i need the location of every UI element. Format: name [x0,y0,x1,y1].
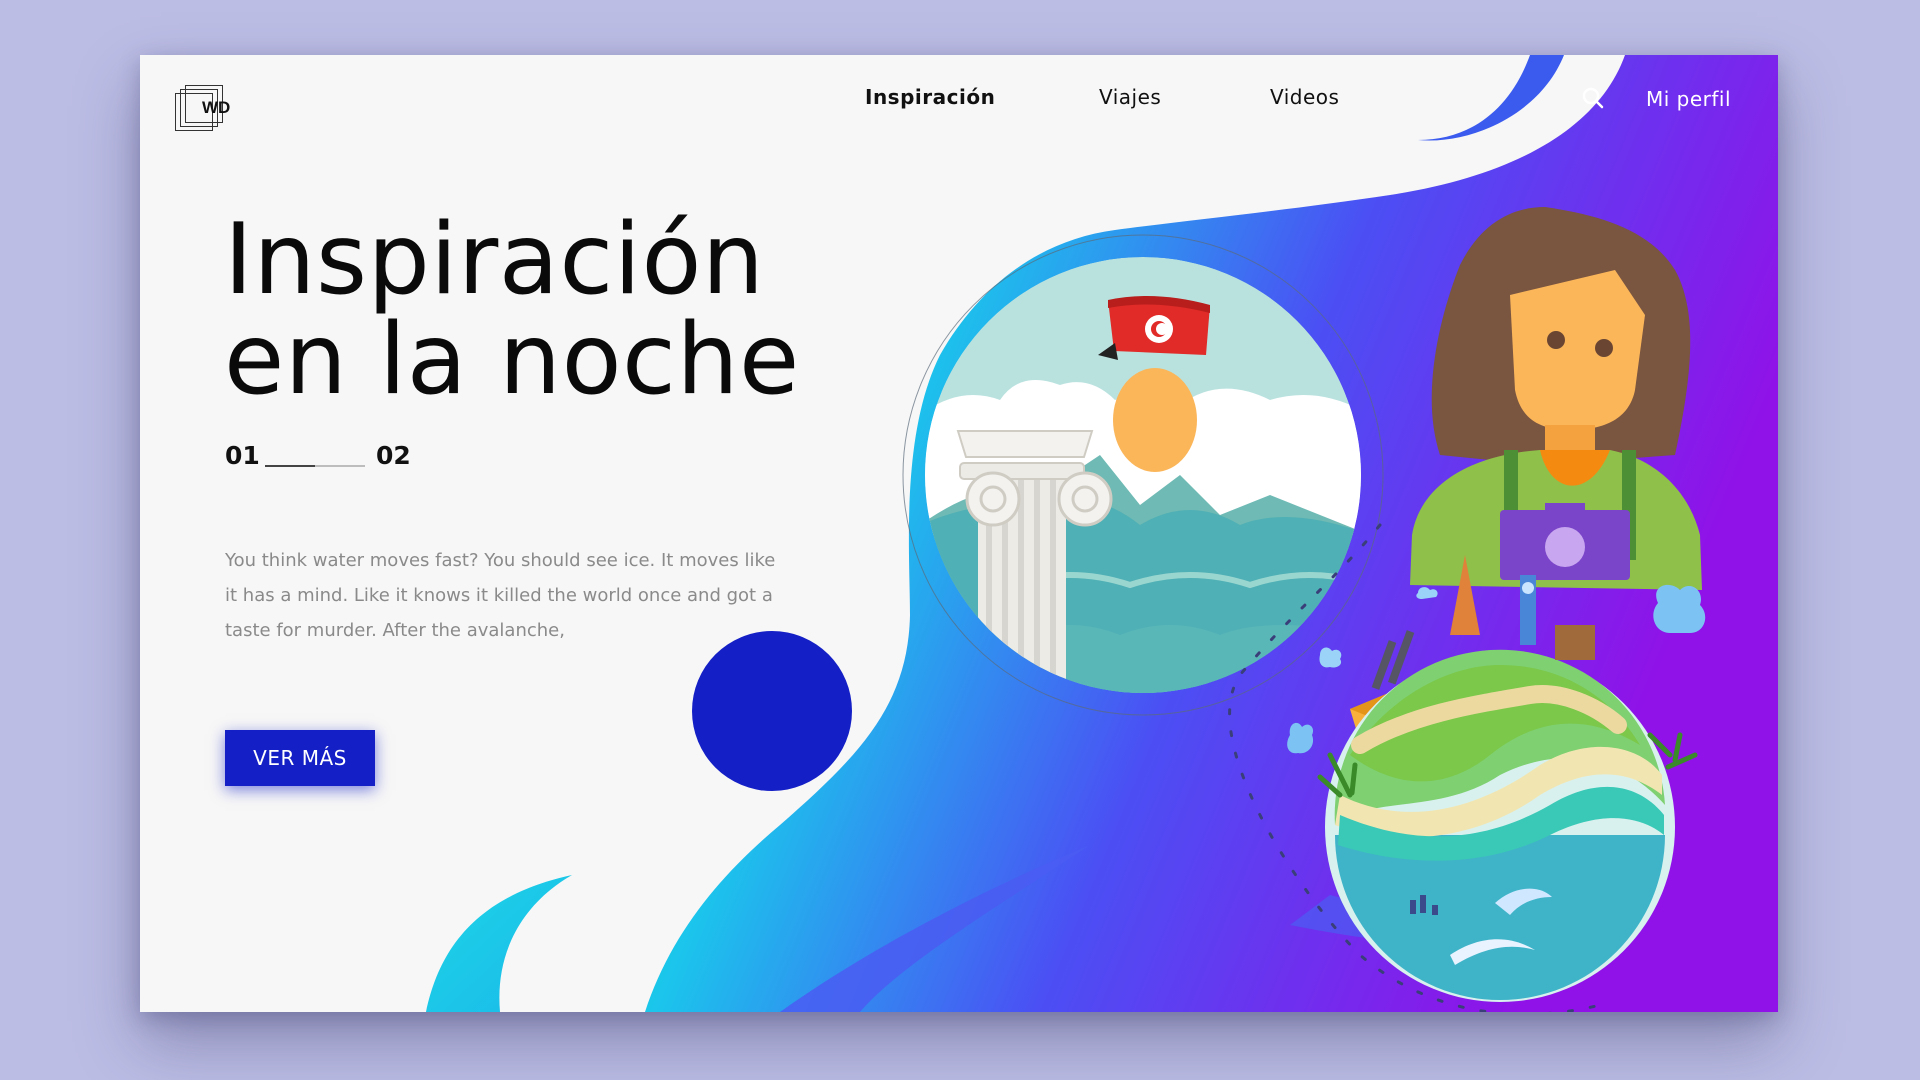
wd-logo[interactable]: WD [175,85,235,135]
hero-title-line-1: Inspiración [224,203,765,317]
logo-text: WD [202,98,231,117]
pager-progress-track [265,465,365,467]
nav-item-viajes[interactable]: Viajes [1099,85,1161,109]
hero-title-line-2: en la noche [224,303,800,417]
decorative-circle [692,631,852,791]
nav-item-inspiracion[interactable]: Inspiración [865,85,995,109]
cyan-swoosh [426,875,572,1012]
hero-title: Inspiración en la noche [224,210,800,410]
profile-link[interactable]: Mi perfil [1646,87,1731,111]
pager-next[interactable]: 02 [376,441,411,470]
background-illustration [426,55,1778,1012]
search-icon[interactable] [1580,85,1606,111]
pager-current[interactable]: 01 [225,441,260,470]
landing-page-frame: WD Inspiración Viajes Videos Mi perfil I… [140,55,1778,1012]
pager-progress-fill [265,465,315,467]
ver-mas-button[interactable]: VER MÁS [225,730,375,786]
nav-item-videos[interactable]: Videos [1270,85,1339,109]
hero-description: You think water moves fast? You should s… [225,550,776,641]
